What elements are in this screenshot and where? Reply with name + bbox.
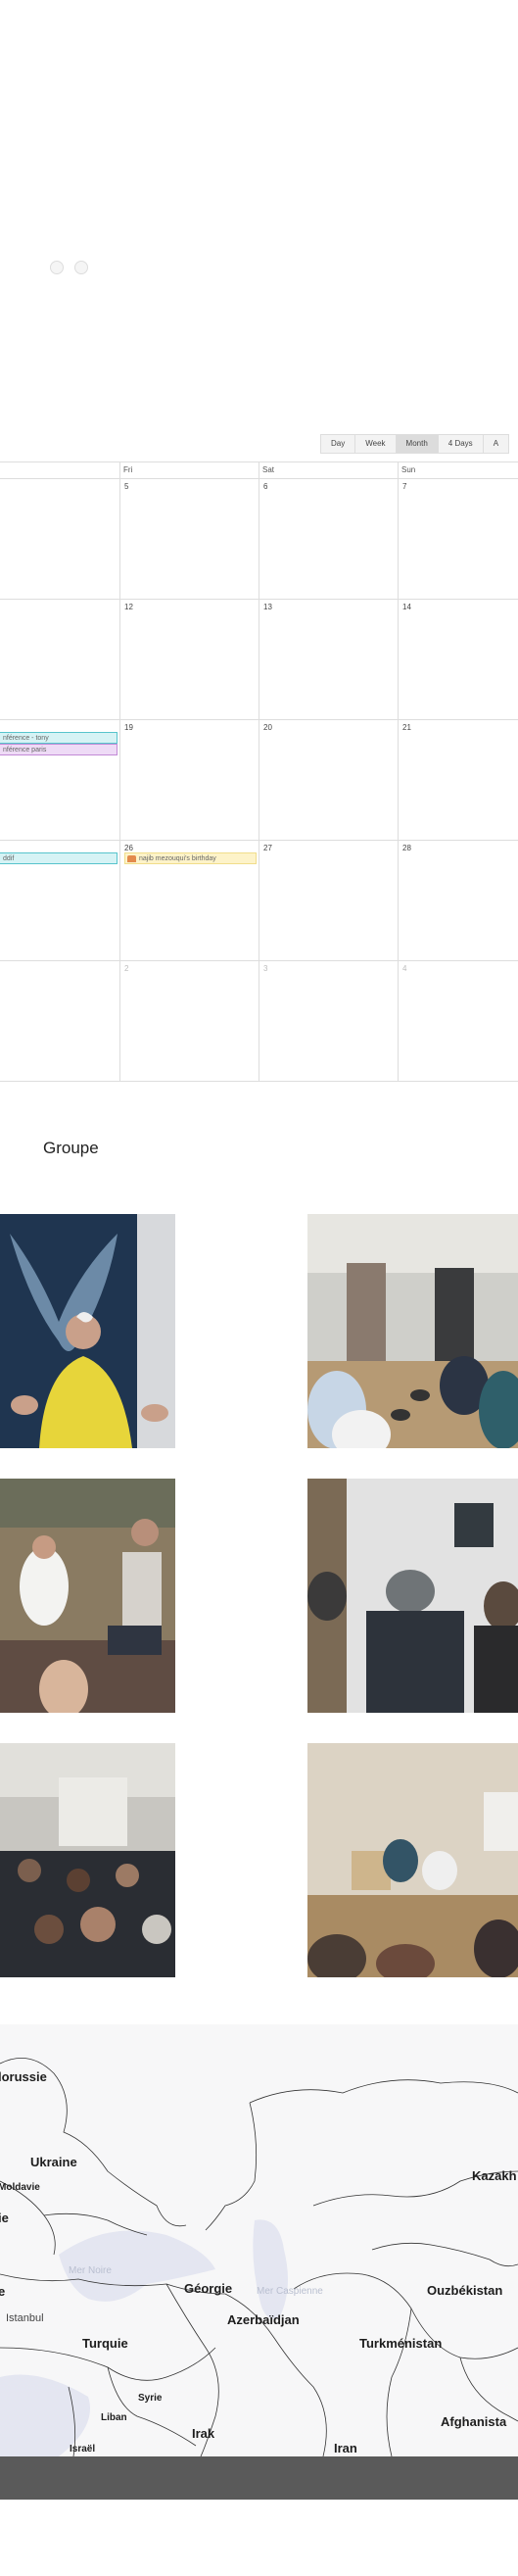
event-title: najib mezouqui's birthday — [139, 855, 216, 862]
day-header: n — [0, 462, 120, 478]
map-label: Syrie — [138, 2393, 163, 2404]
calendar-event[interactable]: nférence paris — [0, 744, 118, 755]
location-map[interactable]: lorussie Ukraine Moldavie ie e Mer Noire… — [0, 2024, 518, 2456]
day-number: 19 — [124, 723, 133, 732]
day-cell[interactable]: 19 — [120, 720, 259, 840]
day-cell[interactable]: 26 najib mezouqui's birthday — [120, 841, 259, 960]
sea-label: Mer Noire — [69, 2265, 112, 2276]
calendar-header-row: n Fri Sat Sun — [0, 462, 518, 479]
map-label: ie — [0, 2211, 9, 2225]
day-cell[interactable]: 27 — [259, 841, 399, 960]
map-label: lorussie — [0, 2069, 47, 2084]
day-number: 20 — [263, 723, 272, 732]
day-cell[interactable]: ddif — [0, 841, 120, 960]
day-cell[interactable]: nférence - tony nférence paris — [0, 720, 120, 840]
day-cell[interactable]: 6 — [259, 479, 399, 599]
day-header: Sun — [399, 462, 518, 478]
map-label: Turquie — [82, 2336, 128, 2351]
map-label: Ouzbékistan — [427, 2283, 503, 2298]
map-label: Liban — [101, 2412, 127, 2423]
day-number: 27 — [263, 844, 272, 852]
day-header: Fri — [120, 462, 259, 478]
calendar-event[interactable]: nférence - tony — [0, 732, 118, 744]
calendar-week: 2 3 4 — [0, 961, 518, 1082]
day-cell[interactable] — [0, 479, 120, 599]
day-number: 4 — [402, 964, 407, 973]
calendar-week: nférence - tony nférence paris 19 20 21 — [0, 720, 518, 841]
day-number: 28 — [402, 844, 411, 852]
birthday-event[interactable]: najib mezouqui's birthday — [124, 852, 257, 864]
day-number: 3 — [263, 964, 268, 973]
day-cell[interactable]: 28 — [399, 841, 518, 960]
map-label: Irak — [192, 2426, 215, 2441]
view-4days-button[interactable]: 4 Days — [437, 434, 484, 454]
day-number: 26 — [124, 844, 133, 852]
day-number: 6 — [263, 482, 268, 491]
day-number: 14 — [402, 603, 411, 611]
day-number: 5 — [124, 482, 129, 491]
day-cell[interactable] — [0, 600, 120, 719]
day-number: 13 — [263, 603, 272, 611]
day-cell[interactable]: 4 — [399, 961, 518, 1081]
map-label: Afghanista — [441, 2414, 507, 2429]
day-cell[interactable]: 5 — [120, 479, 259, 599]
gallery-photo[interactable] — [0, 1479, 175, 1713]
calendar-event[interactable]: ddif — [0, 852, 118, 864]
day-number: 2 — [124, 964, 129, 973]
gallery-photo[interactable] — [307, 1479, 518, 1713]
gallery-photo[interactable] — [0, 1743, 175, 1977]
birthday-cake-icon — [127, 855, 136, 862]
gallery-photo[interactable] — [307, 1214, 518, 1448]
day-number: 21 — [402, 723, 411, 732]
day-cell[interactable] — [0, 961, 120, 1081]
day-cell[interactable]: 7 — [399, 479, 518, 599]
map-label: e — [0, 2284, 6, 2299]
day-header: Sat — [259, 462, 399, 478]
view-day-button[interactable]: Day — [320, 434, 356, 454]
day-number: 12 — [124, 603, 133, 611]
view-agenda-button[interactable]: A — [482, 434, 510, 454]
group-section-title: Groupe — [43, 1139, 99, 1157]
map-label: Iran — [334, 2441, 357, 2455]
day-cell[interactable]: 20 — [259, 720, 399, 840]
slider-dot-2[interactable] — [74, 261, 88, 274]
calendar-view-switcher: Day Week Month 4 Days A — [320, 434, 510, 454]
view-week-button[interactable]: Week — [354, 434, 397, 454]
gallery-photo[interactable] — [307, 1743, 518, 1977]
gallery-photo[interactable] — [0, 1214, 175, 1448]
day-cell[interactable]: 13 — [259, 600, 399, 719]
map-label: Ukraine — [30, 2155, 77, 2169]
city-label: Istanbul — [6, 2312, 44, 2324]
map-label: Turkménistan — [359, 2336, 443, 2351]
footer-bar — [0, 2456, 518, 2500]
calendar-week: 5 6 7 — [0, 479, 518, 600]
month-calendar: n Fri Sat Sun 5 6 7 12 13 14 nférence - … — [0, 462, 518, 1082]
day-cell[interactable]: 2 — [120, 961, 259, 1081]
map-label: Géorgie — [184, 2281, 233, 2296]
slider-dot-1[interactable] — [50, 261, 64, 274]
map-label: Israël — [70, 2444, 96, 2454]
map-label: Moldavie — [0, 2182, 40, 2193]
map-label: Kazakh — [472, 2168, 517, 2183]
map-label: Azerbaïdjan — [227, 2312, 300, 2327]
day-cell[interactable]: 21 — [399, 720, 518, 840]
view-month-button[interactable]: Month — [395, 434, 439, 454]
calendar-week: ddif 26 najib mezouqui's birthday 27 28 — [0, 841, 518, 961]
day-cell[interactable]: 3 — [259, 961, 399, 1081]
calendar-week: 12 13 14 — [0, 600, 518, 720]
day-number: 7 — [402, 482, 407, 491]
day-cell[interactable]: 14 — [399, 600, 518, 719]
day-cell[interactable]: 12 — [120, 600, 259, 719]
sea-label: Mer Caspienne — [257, 2286, 323, 2297]
